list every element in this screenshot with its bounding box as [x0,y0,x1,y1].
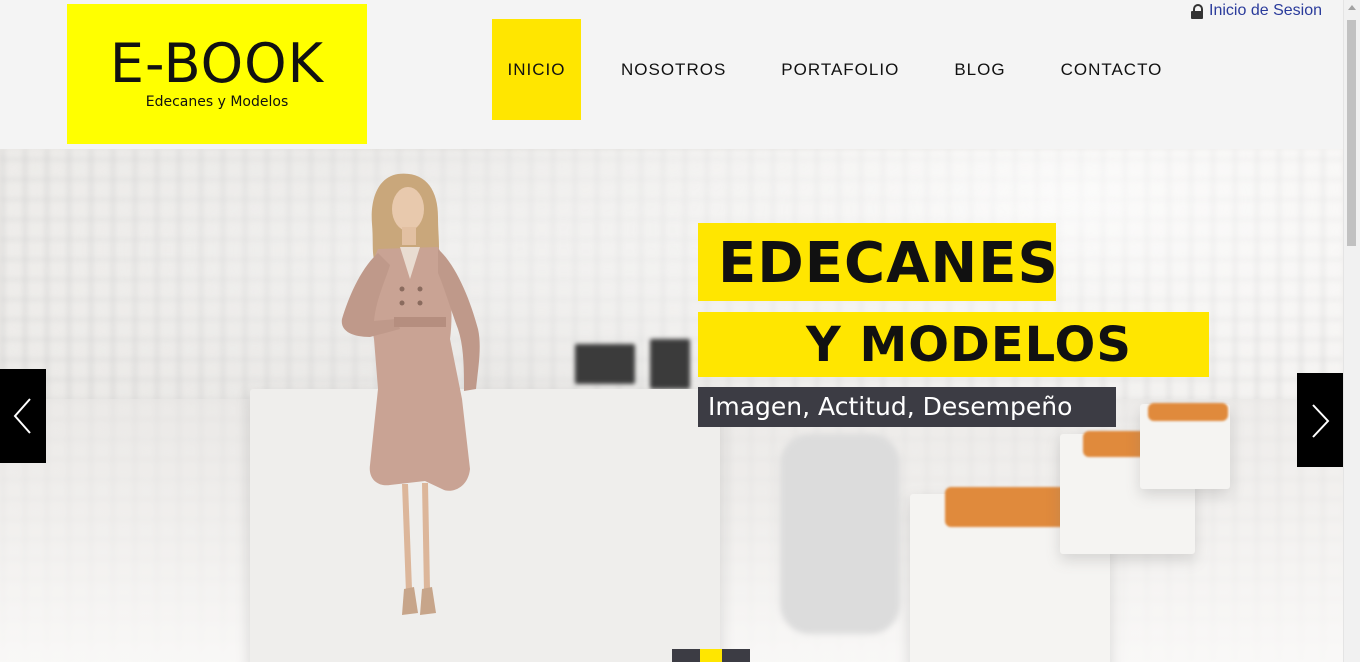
site-header: E-BOOK Edecanes y Modelos INICIO NOSOTRO… [0,0,1343,149]
logo-subtitle: Edecanes y Modelos [145,94,289,110]
logo-title: E-BOOK [109,32,325,95]
slider-dot-1[interactable] [672,649,698,662]
tagline-text: Imagen, Actitud, Desempeño [708,392,1073,421]
nav-item-contacto[interactable]: CONTACTO [1047,19,1177,120]
scroll-up-arrow-icon[interactable] [1348,5,1356,10]
background-monitor [575,344,635,384]
nav-item-blog[interactable]: BLOG [940,19,1019,120]
slider-pagination [672,649,750,662]
scroll-thumb[interactable] [1347,20,1356,246]
site-logo[interactable]: E-BOOK Edecanes y Modelos [67,4,367,144]
nav-item-portafolio[interactable]: PORTAFOLIO [767,19,913,120]
hero-tagline: Imagen, Actitud, Desempeño [698,387,1116,427]
login-label: Inicio de Sesion [1209,2,1322,19]
background-chair [780,434,900,634]
lock-icon [1191,3,1204,19]
chevron-right-icon [1312,404,1330,438]
main-nav: INICIO NOSOTROS PORTAFOLIO BLOG CONTACTO [492,19,1176,120]
page: E-BOOK Edecanes y Modelos INICIO NOSOTRO… [0,0,1360,662]
nav-item-inicio[interactable]: INICIO [492,19,581,120]
nav-item-nosotros[interactable]: NOSOTROS [607,19,740,120]
headline-edecanes: EDECANES [698,223,1059,301]
model-figure [341,173,480,615]
background-monitor [650,339,690,389]
headline-line1: EDECANES [718,231,1059,296]
chevron-left-icon [13,398,31,434]
slider-dot-3[interactable] [724,649,750,662]
orange-seat [1148,403,1228,421]
slider-dot-2[interactable] [698,649,724,662]
headline-modelos: Y MODELOS [698,312,1209,377]
hero-slider: EDECANES Y MODELOS Imagen, Actitud, Dese… [0,149,1343,662]
slider-prev-button[interactable] [0,369,46,463]
login-link[interactable]: Inicio de Sesion [1191,2,1322,20]
slider-next-button[interactable] [1297,373,1343,467]
headline-line2: Y MODELOS [806,317,1132,373]
vertical-scrollbar[interactable] [1343,0,1360,662]
